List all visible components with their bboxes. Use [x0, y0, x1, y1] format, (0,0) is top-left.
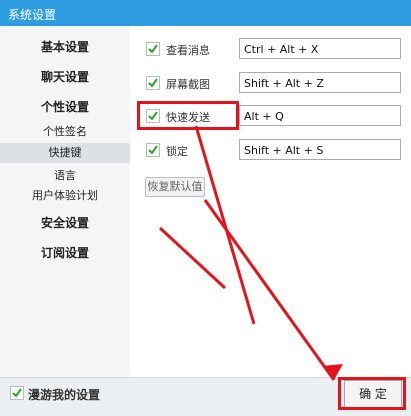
annotation-arrowhead [322, 364, 343, 380]
annotation-arrow-line-3 [203, 199, 336, 381]
annotation-arrow-line-1 [194, 125, 256, 325]
annotation-arrow-line-2 [158, 226, 227, 290]
annotation-arrows [158, 125, 343, 381]
